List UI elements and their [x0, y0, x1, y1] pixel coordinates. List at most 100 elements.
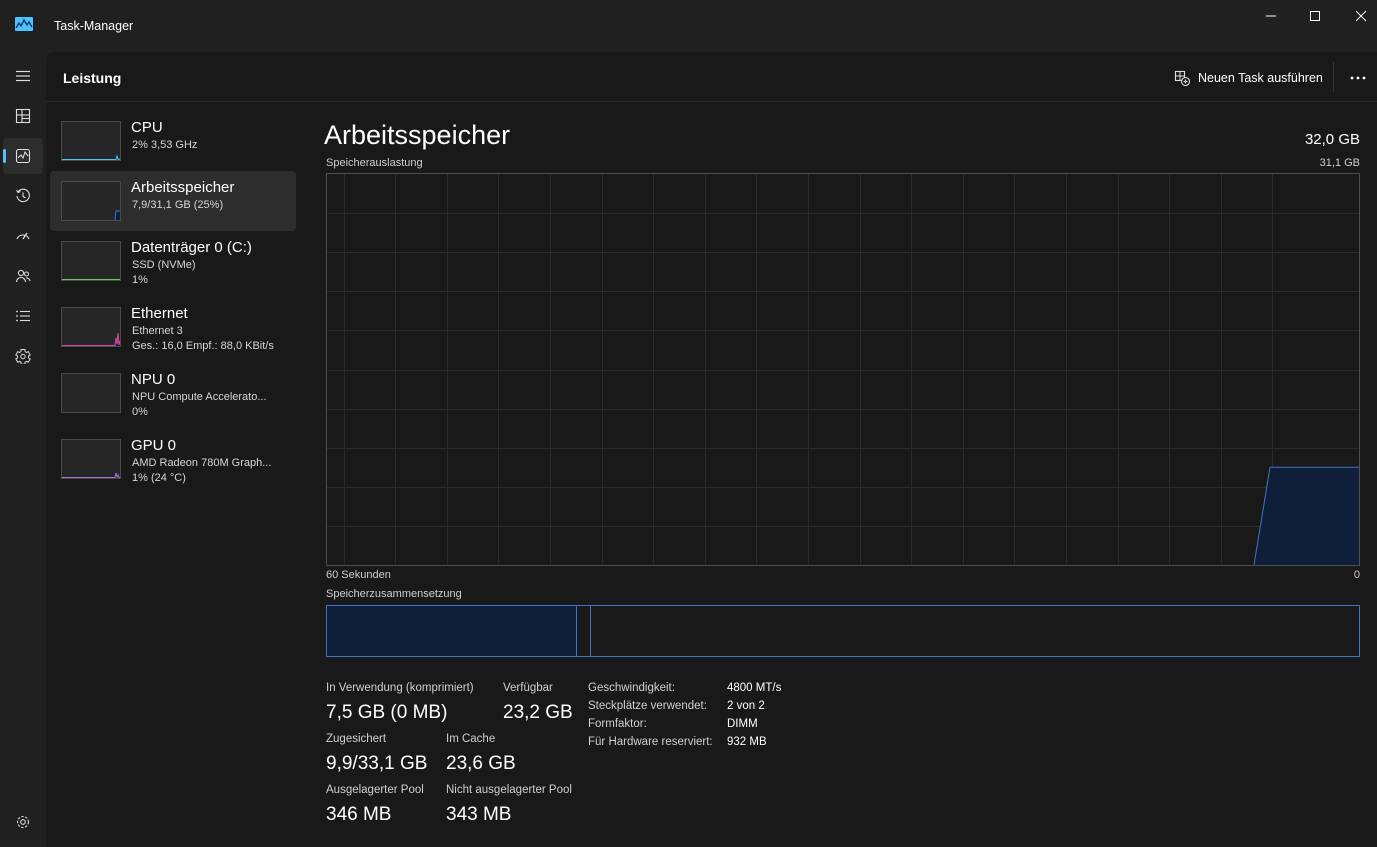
stat-cached-label: Im Cache	[446, 733, 496, 745]
maximize-icon	[1310, 11, 1320, 21]
detail-title: Arbeitsspeicher	[324, 120, 511, 150]
processes-icon	[15, 108, 31, 124]
device-name: Datenträger 0 (C:)	[131, 239, 252, 256]
stat-in-use-label: In Verwendung (komprimiert)	[326, 682, 474, 694]
title-bar: Task-Manager	[0, 0, 1377, 52]
device-item-npu[interactable]: NPU 0 NPU Compute Accelerato... 0%	[50, 363, 296, 423]
device-item-disk[interactable]: Datenträger 0 (C:) SSD (NVMe) 1%	[50, 231, 296, 291]
more-options-button[interactable]	[1346, 66, 1370, 90]
nav-menu-button[interactable]	[3, 58, 43, 94]
device-item-memory[interactable]: Arbeitsspeicher 7,9/31,1 GB (25%)	[50, 171, 296, 231]
device-item-cpu[interactable]: CPU 2% 3,53 GHz	[50, 111, 296, 171]
new-task-icon	[1174, 70, 1190, 86]
stat-in-use-value: 7,5 GB (0 MB)	[326, 702, 448, 723]
spec-value: 932 MB	[727, 736, 767, 748]
app-history-icon	[16, 188, 30, 203]
spec-value: 2 von 2	[727, 700, 765, 712]
device-name: Ethernet	[131, 305, 188, 322]
spec-key: Formfaktor:	[588, 718, 647, 730]
stat-committed-value: 9,9/33,1 GB	[326, 753, 428, 774]
stat-paged-pool-value: 346 MB	[326, 804, 392, 825]
graph-time-start: 60 Sekunden	[326, 569, 391, 581]
stat-nonpaged-pool-value: 343 MB	[446, 804, 512, 825]
stat-available-value: 23,2 GB	[503, 702, 573, 723]
spec-value: DIMM	[727, 718, 758, 730]
spec-key: Geschwindigkeit:	[588, 682, 675, 694]
device-detail: NPU Compute Accelerato...	[132, 391, 267, 403]
device-thumbnail	[61, 181, 121, 221]
graph-time-end: 0	[1353, 569, 1360, 581]
device-detail: Ethernet 3	[132, 325, 183, 337]
device-detail: SSD (NVMe)	[132, 259, 196, 271]
cpu-sparkline	[62, 154, 120, 160]
device-thumbnail	[61, 241, 121, 281]
memory-usage-plot	[327, 174, 1359, 565]
device-name: GPU 0	[131, 437, 177, 454]
run-new-task-button[interactable]: Neuen Task ausführen	[1174, 67, 1323, 89]
device-thumbnail	[61, 307, 121, 347]
page-title: Leistung	[63, 70, 122, 86]
nav-item-app-history[interactable]	[3, 178, 43, 214]
device-detail: 2% 3,53 GHz	[132, 139, 198, 151]
stat-cached-value: 23,6 GB	[446, 753, 516, 774]
stat-committed-label: Zugesichert	[326, 733, 387, 745]
usage-graph-max: 31,1 GB	[1319, 157, 1360, 169]
page-header: Leistung Neuen Task ausführen	[46, 52, 1377, 102]
startup-apps-icon	[16, 232, 30, 240]
nav-item-users[interactable]	[3, 258, 43, 294]
hamburger-icon	[16, 70, 30, 82]
services-icon	[15, 349, 31, 364]
composition-label: Speicherzusammensetzung	[326, 588, 462, 600]
minimize-icon	[1266, 15, 1276, 17]
gpu-sparkline	[62, 472, 120, 478]
spec-key: Steckplätze verwendet:	[588, 700, 707, 712]
device-thumbnail	[61, 121, 121, 161]
device-item-gpu[interactable]: GPU 0 AMD Radeon 780M Graph... 1% (24 °C…	[50, 429, 296, 489]
spec-key: Für Hardware reserviert:	[588, 736, 713, 748]
nav-item-startup-apps[interactable]	[3, 218, 43, 254]
nav-item-details[interactable]	[3, 298, 43, 334]
stat-available-label: Verfügbar	[503, 682, 553, 694]
device-item-ethernet[interactable]: Ethernet Ethernet 3 Ges.: 16,0 Empf.: 88…	[50, 297, 296, 357]
device-detail: AMD Radeon 780M Graph...	[132, 457, 272, 469]
device-name: CPU	[131, 119, 163, 136]
nav-item-settings[interactable]	[3, 804, 43, 840]
device-detail-2: 1%	[132, 274, 148, 286]
maximize-button[interactable]	[1292, 0, 1338, 32]
more-icon	[1350, 76, 1366, 80]
details-icon	[16, 310, 30, 322]
device-thumbnail	[61, 373, 121, 413]
main-panel: Leistung Neuen Task ausführen CPU 2% 3,5…	[46, 52, 1377, 847]
close-icon	[1355, 10, 1367, 22]
nav-item-processes[interactable]	[3, 98, 43, 134]
nav-item-services[interactable]	[3, 338, 43, 374]
device-detail-2: 0%	[132, 406, 148, 418]
device-detail-2: Ges.: 16,0 Empf.: 88,0 KBit/s	[132, 340, 274, 352]
minimize-button[interactable]	[1248, 0, 1294, 32]
disk-sparkline	[62, 279, 120, 280]
memory-usage-graph	[326, 173, 1360, 566]
memory-sparkline	[114, 210, 120, 220]
device-name: Arbeitsspeicher	[131, 179, 235, 196]
device-thumbnail	[61, 439, 121, 479]
composition-in-use	[327, 606, 577, 656]
header-divider	[1333, 62, 1334, 92]
window-title: Task-Manager	[54, 19, 134, 33]
settings-icon	[16, 815, 30, 829]
composition-modified	[577, 606, 591, 656]
ethernet-sparkline	[62, 332, 120, 346]
nav-item-performance[interactable]	[3, 138, 43, 174]
usage-graph-label: Speicherauslastung	[326, 157, 423, 169]
memory-composition-bar	[326, 605, 1360, 657]
device-detail-2: 1% (24 °C)	[132, 472, 186, 484]
stat-paged-pool-label: Ausgelagerter Pool	[326, 784, 424, 796]
stat-nonpaged-pool-label: Nicht ausgelagerter Pool	[446, 784, 572, 796]
device-name: NPU 0	[131, 371, 176, 388]
task-manager-icon	[15, 17, 33, 31]
close-button[interactable]	[1338, 0, 1377, 32]
spec-value: 4800 MT/s	[727, 682, 782, 694]
users-icon	[15, 269, 31, 283]
memory-usage-area	[1254, 467, 1359, 565]
nav-rail	[0, 52, 46, 847]
run-new-task-label: Neuen Task ausführen	[1198, 71, 1323, 85]
